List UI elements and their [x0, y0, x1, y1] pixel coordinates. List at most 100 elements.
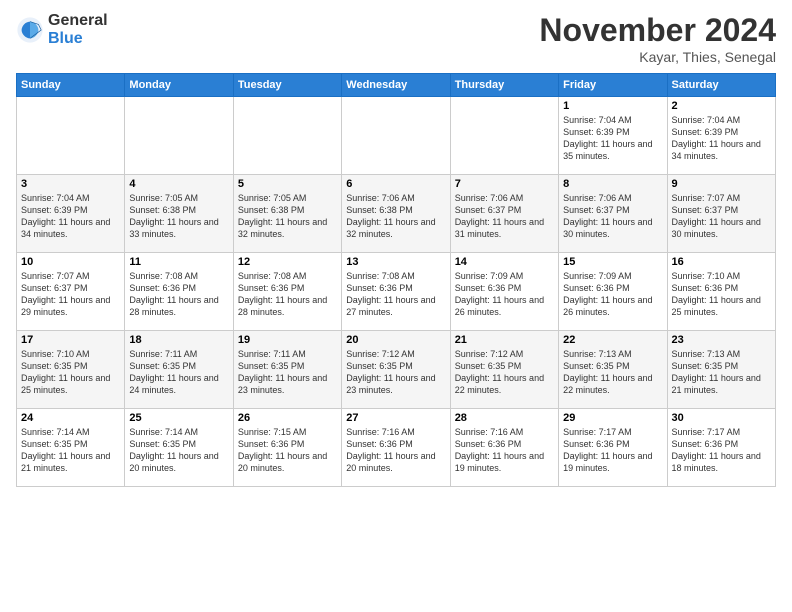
- week-row-2: 10 Sunrise: 7:07 AM Sunset: 6:37 PM Dayli…: [17, 253, 776, 331]
- day-detail-30: Sunrise: 7:17 AM Sunset: 6:36 PM Dayligh…: [672, 426, 771, 475]
- day-detail-2: Sunrise: 7:04 AM Sunset: 6:39 PM Dayligh…: [672, 114, 771, 163]
- day-detail-10: Sunrise: 7:07 AM Sunset: 6:37 PM Dayligh…: [21, 270, 120, 319]
- week-row-0: 1Sunrise: 7:04 AM Sunset: 6:39 PM Daylig…: [17, 97, 776, 175]
- day-detail-12: Sunrise: 7:08 AM Sunset: 6:36 PM Dayligh…: [238, 270, 337, 319]
- day-number-4: 4: [129, 178, 228, 190]
- day-detail-8: Sunrise: 7:06 AM Sunset: 6:37 PM Dayligh…: [563, 192, 662, 241]
- day-number-23: 23: [672, 334, 771, 346]
- logo: General Blue: [16, 12, 108, 47]
- day-number-13: 13: [346, 256, 445, 268]
- cell-2-4: 14Sunrise: 7:09 AM Sunset: 6:36 PM Dayli…: [450, 253, 558, 331]
- cell-1-5: 8 Sunrise: 7:06 AM Sunset: 6:37 PM Daylig…: [559, 175, 667, 253]
- cell-3-5: 22 Sunrise: 7:13 AM Sunset: 6:35 PM Dayli…: [559, 331, 667, 409]
- col-monday: Monday: [125, 74, 233, 97]
- cell-1-0: 3 Sunrise: 7:04 AM Sunset: 6:39 PM Daylig…: [17, 175, 125, 253]
- day-number-18: 18: [129, 334, 228, 346]
- cell-0-2: [233, 97, 341, 175]
- col-wednesday: Wednesday: [342, 74, 450, 97]
- day-number-5: 5: [238, 178, 337, 190]
- day-detail-17: Sunrise: 7:10 AM Sunset: 6:35 PM Dayligh…: [21, 348, 120, 397]
- cell-0-6: 2 Sunrise: 7:04 AM Sunset: 6:39 PM Daylig…: [667, 97, 775, 175]
- day-detail-27: Sunrise: 7:16 AM Sunset: 6:36 PM Dayligh…: [346, 426, 445, 475]
- logo-text: General Blue: [48, 12, 108, 47]
- day-detail-21: Sunrise: 7:12 AM Sunset: 6:35 PM Dayligh…: [455, 348, 554, 397]
- cell-0-4: [450, 97, 558, 175]
- week-row-4: 24 Sunrise: 7:14 AM Sunset: 6:35 PM Dayli…: [17, 409, 776, 487]
- cell-3-4: 21 Sunrise: 7:12 AM Sunset: 6:35 PM Dayli…: [450, 331, 558, 409]
- cell-1-4: 7 Sunrise: 7:06 AM Sunset: 6:37 PM Daylig…: [450, 175, 558, 253]
- day-detail-22: Sunrise: 7:13 AM Sunset: 6:35 PM Dayligh…: [563, 348, 662, 397]
- day-detail-23: Sunrise: 7:13 AM Sunset: 6:35 PM Dayligh…: [672, 348, 771, 397]
- day-number-10: 10: [21, 256, 120, 268]
- cell-1-3: 6 Sunrise: 7:06 AM Sunset: 6:38 PM Daylig…: [342, 175, 450, 253]
- day-detail-29: Sunrise: 7:17 AM Sunset: 6:36 PM Dayligh…: [563, 426, 662, 475]
- day-number-8: 8: [563, 178, 662, 190]
- day-number-17: 17: [21, 334, 120, 346]
- day-number-24: 24: [21, 412, 120, 424]
- day-number-21: 21: [455, 334, 554, 346]
- day-number-7: 7: [455, 178, 554, 190]
- day-detail-26: Sunrise: 7:15 AM Sunset: 6:36 PM Dayligh…: [238, 426, 337, 475]
- logo-general: General: [48, 12, 108, 30]
- day-detail-19: Sunrise: 7:11 AM Sunset: 6:35 PM Dayligh…: [238, 348, 337, 397]
- day-number-29: 29: [563, 412, 662, 424]
- cell-4-2: 26 Sunrise: 7:15 AM Sunset: 6:36 PM Dayli…: [233, 409, 341, 487]
- day-detail-20: Sunrise: 7:12 AM Sunset: 6:35 PM Dayligh…: [346, 348, 445, 397]
- day-detail-14: Sunrise: 7:09 AM Sunset: 6:36 PM Dayligh…: [455, 270, 554, 319]
- day-detail-24: Sunrise: 7:14 AM Sunset: 6:35 PM Dayligh…: [21, 426, 120, 475]
- day-detail-25: Sunrise: 7:14 AM Sunset: 6:35 PM Dayligh…: [129, 426, 228, 475]
- cell-3-6: 23 Sunrise: 7:13 AM Sunset: 6:35 PM Dayli…: [667, 331, 775, 409]
- calendar-header-row: Sunday Monday Tuesday Wednesday Thursday…: [17, 74, 776, 97]
- cell-4-1: 25 Sunrise: 7:14 AM Sunset: 6:35 PM Dayli…: [125, 409, 233, 487]
- col-thursday: Thursday: [450, 74, 558, 97]
- day-detail-5: Sunrise: 7:05 AM Sunset: 6:38 PM Dayligh…: [238, 192, 337, 241]
- week-row-1: 3 Sunrise: 7:04 AM Sunset: 6:39 PM Daylig…: [17, 175, 776, 253]
- title-block: November 2024 Kayar, Thies, Senegal: [539, 12, 776, 65]
- cell-3-2: 19Sunrise: 7:11 AM Sunset: 6:35 PM Dayli…: [233, 331, 341, 409]
- cell-0-5: 1Sunrise: 7:04 AM Sunset: 6:39 PM Daylig…: [559, 97, 667, 175]
- day-number-9: 9: [672, 178, 771, 190]
- cell-2-2: 12 Sunrise: 7:08 AM Sunset: 6:36 PM Dayli…: [233, 253, 341, 331]
- day-number-26: 26: [238, 412, 337, 424]
- day-number-3: 3: [21, 178, 120, 190]
- day-number-20: 20: [346, 334, 445, 346]
- day-detail-28: Sunrise: 7:16 AM Sunset: 6:36 PM Dayligh…: [455, 426, 554, 475]
- month-title: November 2024: [539, 12, 776, 49]
- cell-4-3: 27Sunrise: 7:16 AM Sunset: 6:36 PM Dayli…: [342, 409, 450, 487]
- day-detail-3: Sunrise: 7:04 AM Sunset: 6:39 PM Dayligh…: [21, 192, 120, 241]
- cell-4-5: 29 Sunrise: 7:17 AM Sunset: 6:36 PM Dayli…: [559, 409, 667, 487]
- day-number-15: 15: [563, 256, 662, 268]
- calendar: Sunday Monday Tuesday Wednesday Thursday…: [16, 73, 776, 487]
- cell-2-6: 16Sunrise: 7:10 AM Sunset: 6:36 PM Dayli…: [667, 253, 775, 331]
- day-detail-18: Sunrise: 7:11 AM Sunset: 6:35 PM Dayligh…: [129, 348, 228, 397]
- cell-0-3: [342, 97, 450, 175]
- col-friday: Friday: [559, 74, 667, 97]
- day-detail-7: Sunrise: 7:06 AM Sunset: 6:37 PM Dayligh…: [455, 192, 554, 241]
- logo-icon: [16, 16, 44, 44]
- day-number-12: 12: [238, 256, 337, 268]
- day-detail-16: Sunrise: 7:10 AM Sunset: 6:36 PM Dayligh…: [672, 270, 771, 319]
- day-detail-1: Sunrise: 7:04 AM Sunset: 6:39 PM Dayligh…: [563, 114, 662, 163]
- cell-3-3: 20 Sunrise: 7:12 AM Sunset: 6:35 PM Dayli…: [342, 331, 450, 409]
- day-detail-13: Sunrise: 7:08 AM Sunset: 6:36 PM Dayligh…: [346, 270, 445, 319]
- col-saturday: Saturday: [667, 74, 775, 97]
- day-number-25: 25: [129, 412, 228, 424]
- cell-2-1: 11Sunrise: 7:08 AM Sunset: 6:36 PM Dayli…: [125, 253, 233, 331]
- day-number-28: 28: [455, 412, 554, 424]
- header: General Blue November 2024 Kayar, Thies,…: [16, 12, 776, 65]
- cell-0-0: [17, 97, 125, 175]
- page: General Blue November 2024 Kayar, Thies,…: [0, 0, 792, 612]
- location: Kayar, Thies, Senegal: [539, 49, 776, 65]
- col-sunday: Sunday: [17, 74, 125, 97]
- day-detail-9: Sunrise: 7:07 AM Sunset: 6:37 PM Dayligh…: [672, 192, 771, 241]
- logo-blue: Blue: [48, 30, 108, 48]
- cell-0-1: [125, 97, 233, 175]
- day-number-6: 6: [346, 178, 445, 190]
- day-number-2: 2: [672, 100, 771, 112]
- day-number-11: 11: [129, 256, 228, 268]
- day-detail-6: Sunrise: 7:06 AM Sunset: 6:38 PM Dayligh…: [346, 192, 445, 241]
- day-number-22: 22: [563, 334, 662, 346]
- week-row-3: 17 Sunrise: 7:10 AM Sunset: 6:35 PM Dayli…: [17, 331, 776, 409]
- cell-4-0: 24 Sunrise: 7:14 AM Sunset: 6:35 PM Dayli…: [17, 409, 125, 487]
- cell-3-1: 18 Sunrise: 7:11 AM Sunset: 6:35 PM Dayli…: [125, 331, 233, 409]
